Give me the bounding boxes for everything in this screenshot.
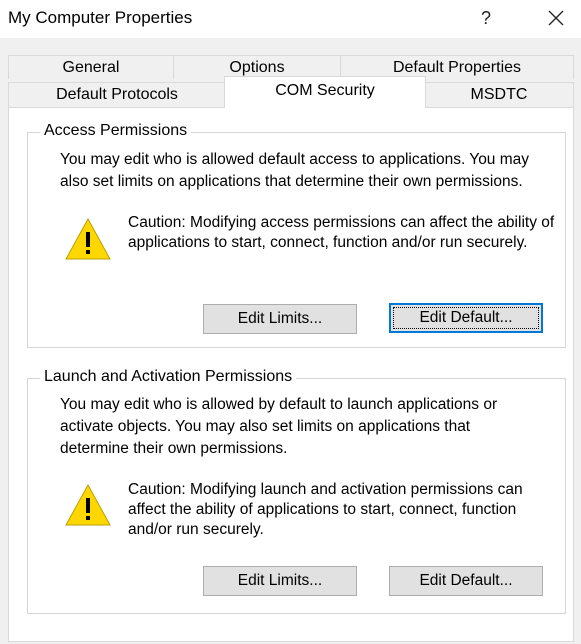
- tab-default-protocols[interactable]: Default Protocols: [8, 82, 226, 107]
- tab-label: MSDTC: [470, 86, 528, 103]
- access-edit-limits-button[interactable]: Edit Limits...: [203, 304, 357, 334]
- button-label: Edit Default...: [419, 309, 513, 326]
- tab-label: General: [62, 58, 120, 76]
- access-permissions-group: Access Permissions You may edit who is a…: [27, 122, 566, 348]
- button-label: Edit Limits...: [237, 572, 323, 589]
- access-permissions-title: Access Permissions: [40, 122, 192, 140]
- launch-caution-text: Caution: Modifying launch and activation…: [128, 481, 523, 538]
- close-button[interactable]: [536, 2, 576, 34]
- access-description: You may edit who is allowed default acce…: [60, 151, 530, 190]
- button-label: Edit Limits...: [237, 310, 323, 327]
- warning-icon: [65, 483, 111, 526]
- access-edit-default-button[interactable]: Edit Default...: [389, 303, 543, 333]
- tab-com-security[interactable]: COM Security: [224, 76, 426, 108]
- help-button[interactable]: ?: [466, 2, 506, 34]
- tab-label: Default Properties: [392, 58, 522, 76]
- tab-label: Default Protocols: [56, 86, 178, 103]
- access-caution-text: Caution: Modifying access permissions ca…: [128, 214, 555, 251]
- window-title: My Computer Properties: [8, 8, 193, 27]
- launch-activation-title: Launch and Activation Permissions: [40, 368, 297, 386]
- launch-edit-limits-button[interactable]: Edit Limits...: [203, 566, 357, 596]
- button-label: Edit Default...: [419, 572, 513, 589]
- tab-msdtc[interactable]: MSDTC: [424, 82, 574, 107]
- tab-label: COM Security: [275, 81, 375, 99]
- launch-activation-group: Launch and Activation Permissions You ma…: [27, 368, 566, 614]
- com-security-panel: Access Permissions You may edit who is a…: [8, 107, 574, 642]
- tab-label: Options: [229, 58, 285, 76]
- title-bar: My Computer Properties ?: [0, 0, 581, 38]
- launch-edit-default-button[interactable]: Edit Default...: [389, 566, 543, 596]
- tab-general[interactable]: General: [8, 55, 174, 79]
- warning-icon: [65, 217, 111, 260]
- help-icon: ?: [480, 7, 491, 28]
- close-icon: [548, 10, 564, 26]
- launch-description: You may edit who is allowed by default t…: [60, 396, 498, 457]
